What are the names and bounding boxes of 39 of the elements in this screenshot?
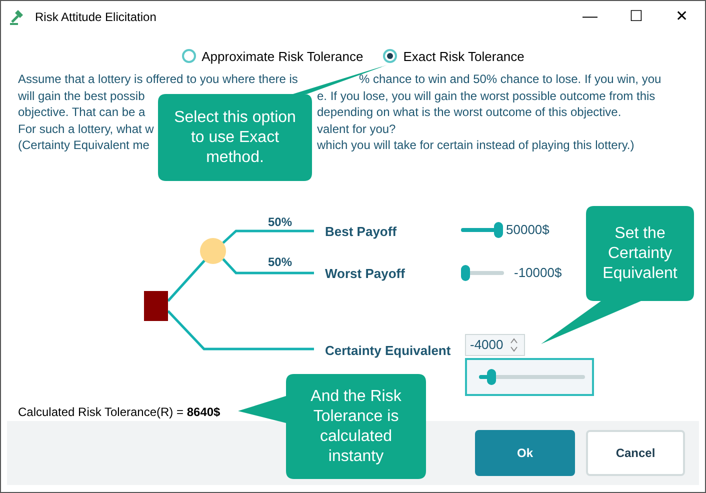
branch-label: Best Payoff [325,223,397,241]
number-spinner[interactable]: -4000 [465,334,525,356]
radio-button[interactable] [383,49,398,63]
ok-button[interactable]: Ok [475,430,575,476]
payoff-value: 50000$ [506,221,550,239]
callout-text: Select this option to use Exact method. [173,108,297,168]
branch-label: Certainty Equivalent [325,342,451,360]
callout-text: Set the Certainty Equivalent [602,224,678,284]
slider-thumb[interactable] [461,264,470,281]
radio-button[interactable] [182,49,196,63]
description-text: will gain the best possib [18,88,145,102]
description-text: depending on what is the worst outcome of this objective. [317,104,622,120]
description-text: objective. That can be a [18,105,146,119]
risk-tolerance-result: Calculated Risk Tolerance(R) = 8640$ [18,405,220,419]
description-text: (Certainty Equivalent me [18,138,150,152]
description-text: % chance to win and 50% chance to lose. If you win, you [359,71,662,88]
radio-label[interactable]: Approximate Risk Tolerance [202,48,364,64]
slider-thumb[interactable] [486,369,496,385]
payoff-value: -10000$ [514,264,562,282]
probability-label: 50% [268,254,292,271]
slider[interactable] [461,222,503,238]
cancel-button[interactable]: Cancel [586,430,685,476]
description-text: For such a lottery, what w [18,122,154,136]
slider[interactable] [461,264,504,281]
close-button[interactable]: ✕ [659,1,705,33]
radio-label[interactable]: Exact Risk Tolerance [403,48,524,64]
spin-arrows-icon[interactable] [510,337,518,353]
probability-label: 50% [268,214,292,231]
minimize-button[interactable]: — [567,1,613,33]
description-text: which you will take for certain instead of playing this lottery.) [317,137,634,154]
slider[interactable] [479,369,585,385]
maximize-button[interactable]: ☐ [613,1,659,33]
description-text: valent for you? [317,120,396,137]
window-title: Risk Attitude Elicitation [35,9,156,26]
description-text: Assume that a lottery is offered to you where there is [18,72,298,86]
branch-label: Worst Payoff [325,265,405,283]
description-text: e. If you lose, you will gain the worst possible outcome from this [317,88,656,104]
callout-text: And the Risk Tolerance is calculated instanty [310,386,402,466]
slider-thumb[interactable] [494,222,503,238]
